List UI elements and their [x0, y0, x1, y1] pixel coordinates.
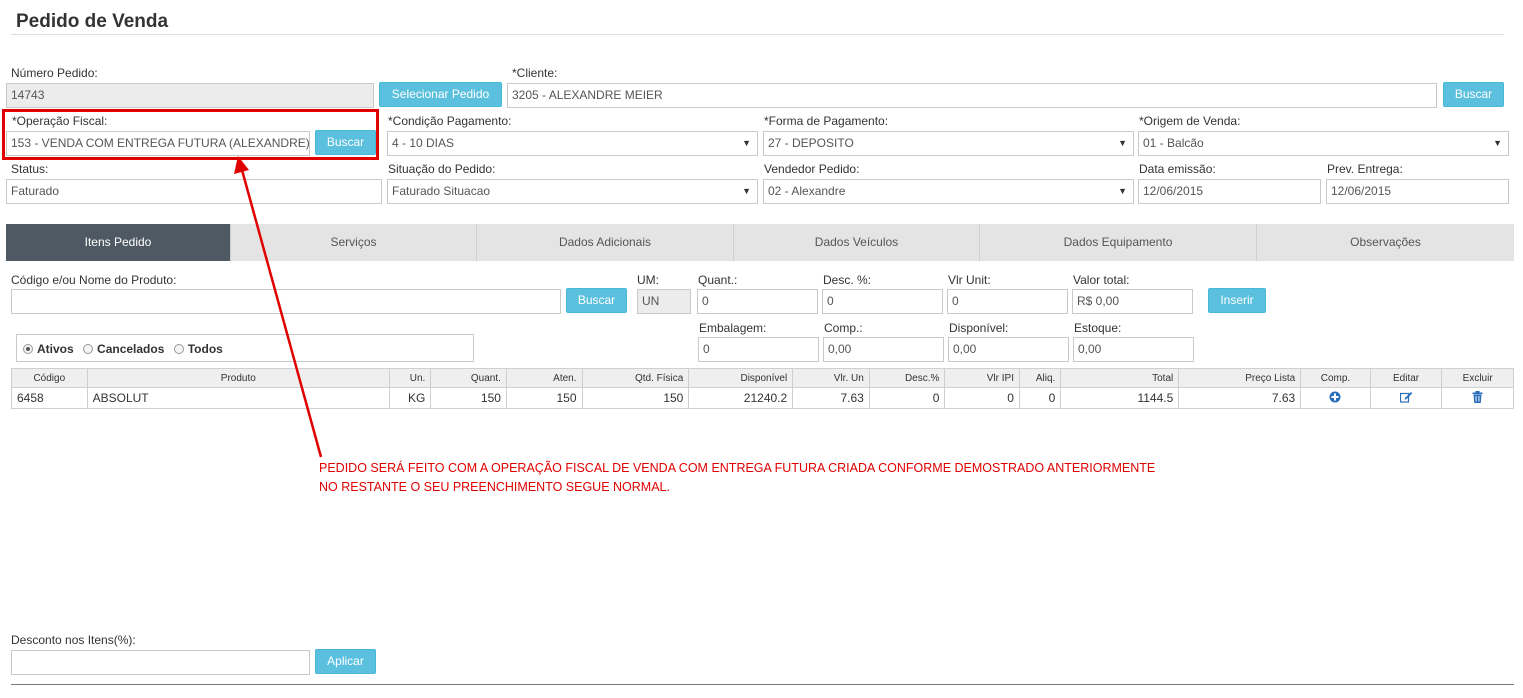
desconto-itens-label: Desconto nos Itens(%):	[11, 633, 136, 647]
annotation-line-1: PEDIDO SERÁ FEITO COM A OPERAÇÃO FISCAL …	[319, 461, 1156, 475]
annotation-note: PEDIDO SERÁ FEITO COM A OPERAÇÃO FISCAL …	[319, 459, 1155, 497]
annotation-arrow	[234, 156, 323, 458]
aplicar-button[interactable]: Aplicar	[315, 649, 376, 674]
annotation-line-2: NO RESTANTE O SEU PREENCHIMENTO SEGUE NO…	[319, 480, 670, 494]
desconto-itens-field[interactable]	[11, 650, 310, 675]
footer-divider	[11, 684, 1514, 685]
